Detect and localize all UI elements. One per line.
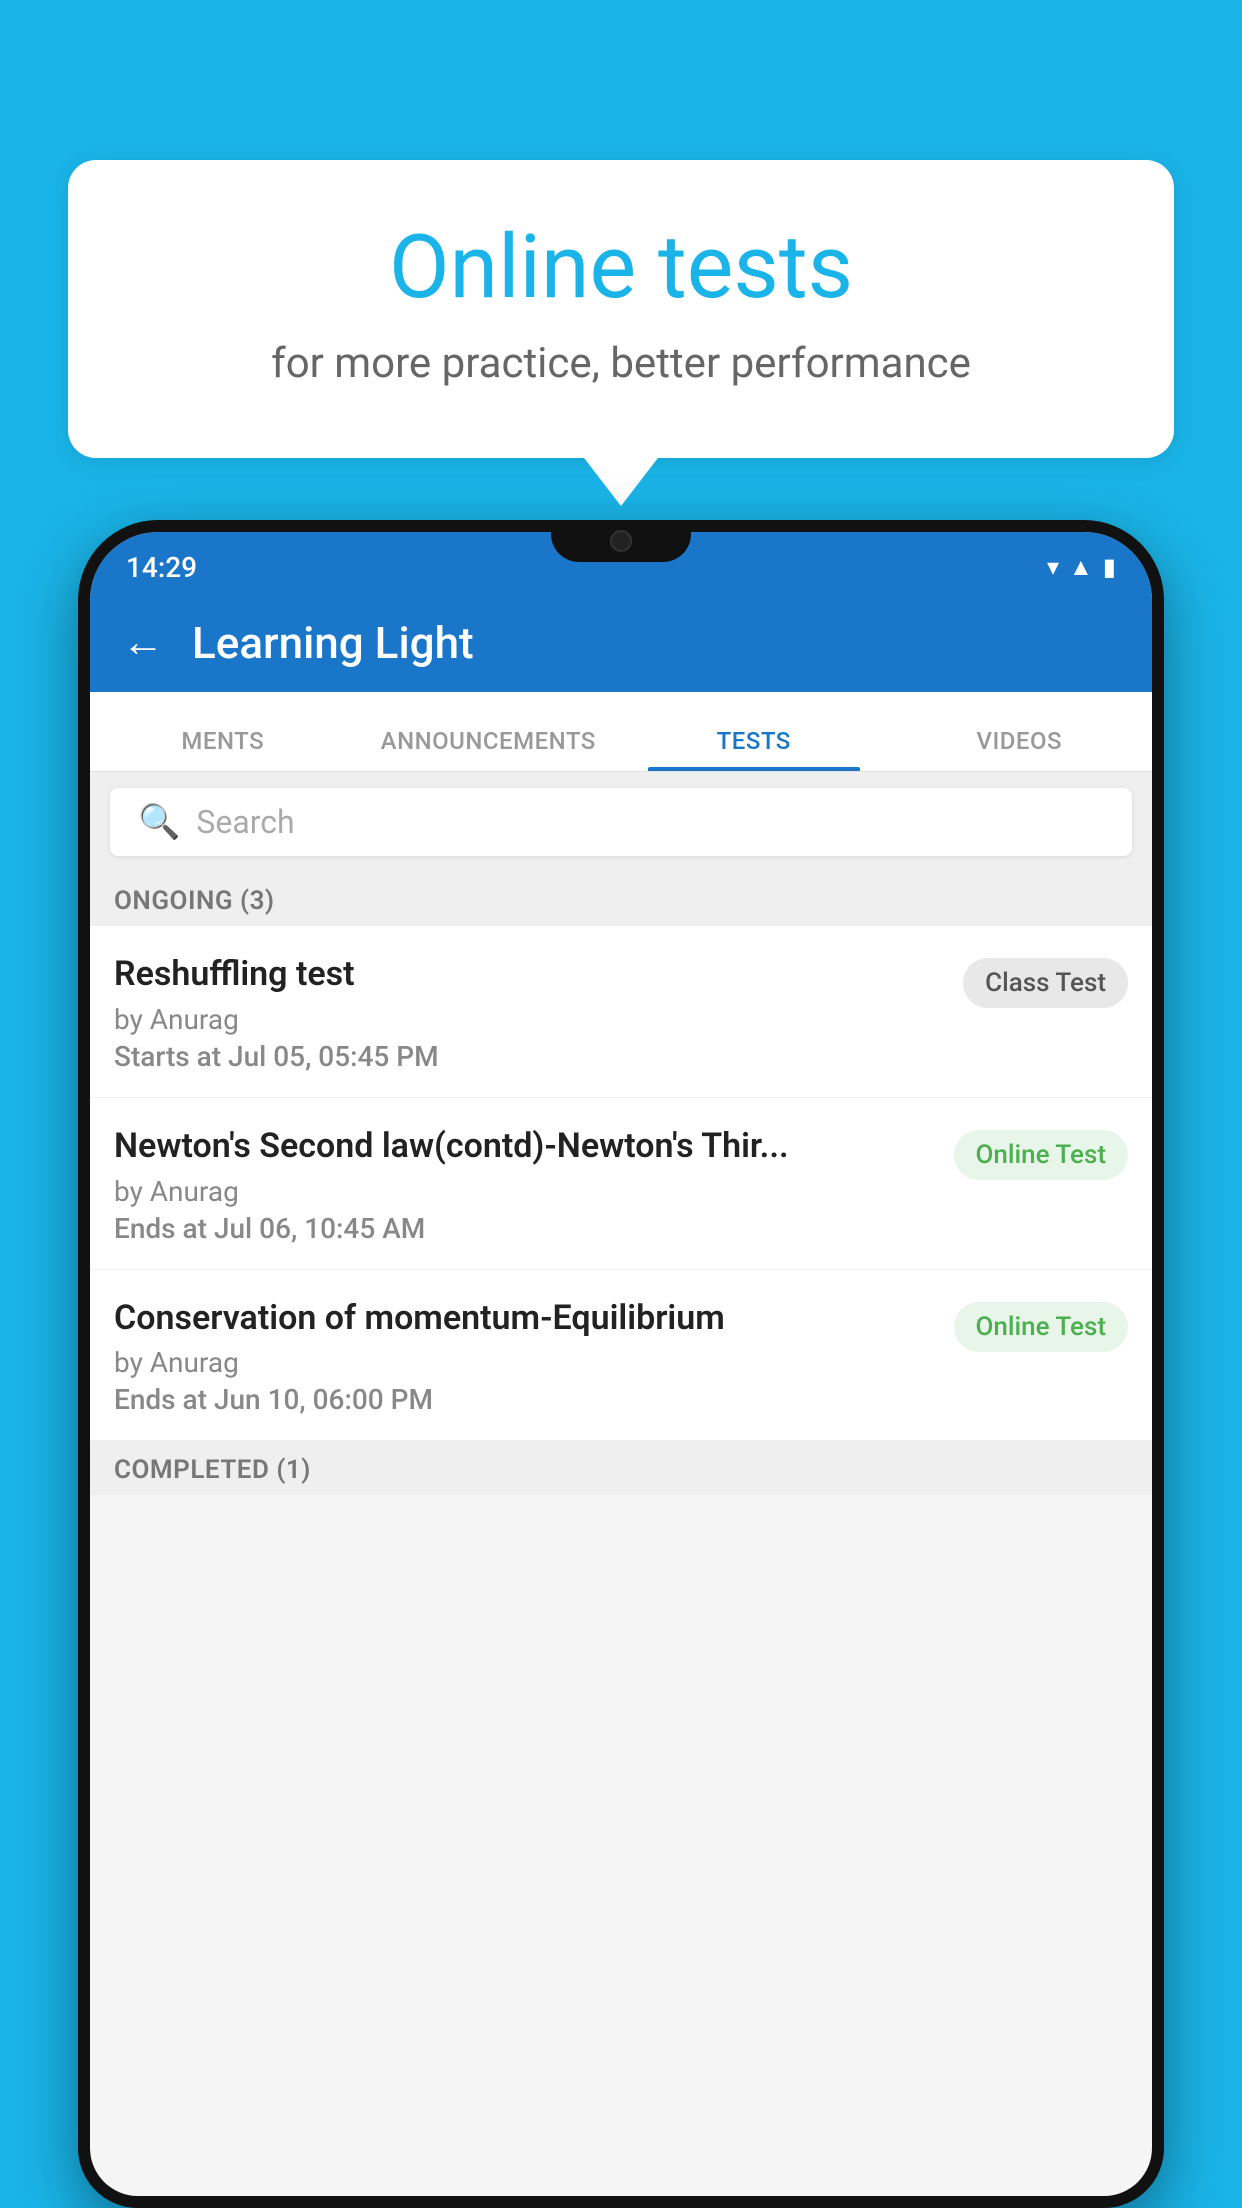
test-time-label: Starts at [114,1040,221,1073]
bubble-title: Online tests [118,220,1124,317]
search-container: 🔍 Search [90,772,1152,872]
test-author: by Anurag [114,1346,938,1379]
phone-camera [610,530,632,552]
phone-screen: 14:29 ▾ ▲ ▮ ← Learning Light MENTS ANNOU… [90,532,1152,2196]
test-item[interactable]: Conservation of momentum-Equilibrium by … [90,1270,1152,1442]
search-bar[interactable]: 🔍 Search [110,788,1132,856]
phone-frame: 14:29 ▾ ▲ ▮ ← Learning Light MENTS ANNOU… [78,520,1164,2208]
test-badge: Class Test [963,958,1128,1008]
test-name: Conservation of momentum-Equilibrium [114,1298,938,1339]
test-author: by Anurag [114,1175,938,1208]
tab-ments[interactable]: MENTS [90,727,356,771]
test-time-value: Jul 05, 05:45 PM [228,1040,439,1073]
status-icons: ▾ ▲ ▮ [1047,553,1116,582]
app-bar: ← Learning Light [90,594,1152,692]
completed-section-header: COMPLETED (1) [90,1441,1152,1495]
test-info: Newton's Second law(contd)-Newton's Thir… [114,1126,954,1245]
tabs-container: MENTS ANNOUNCEMENTS TESTS VIDEOS [90,692,1152,772]
wifi-icon: ▾ [1047,553,1059,581]
tab-videos[interactable]: VIDEOS [887,727,1153,771]
app-bar-title: Learning Light [192,617,474,669]
test-list: Reshuffling test by Anurag Starts at Jul… [90,926,1152,1441]
test-time-label: Ends at [114,1212,207,1245]
speech-bubble: Online tests for more practice, better p… [68,160,1174,458]
test-time-value: Jun 10, 06:00 PM [214,1383,433,1416]
phone-notch [551,520,691,562]
search-placeholder: Search [196,803,294,841]
tab-announcements[interactable]: ANNOUNCEMENTS [356,727,622,771]
tab-tests[interactable]: TESTS [621,727,887,771]
test-author: by Anurag [114,1003,947,1036]
search-icon: 🔍 [138,802,180,842]
test-info: Reshuffling test by Anurag Starts at Jul… [114,954,963,1073]
test-time-value: Jul 06, 10:45 AM [214,1212,425,1245]
test-name: Reshuffling test [114,954,947,995]
test-badge: Online Test [954,1130,1129,1180]
ongoing-section-header: ONGOING (3) [90,872,1152,926]
test-info: Conservation of momentum-Equilibrium by … [114,1298,954,1417]
test-item[interactable]: Newton's Second law(contd)-Newton's Thir… [90,1098,1152,1270]
test-time-label: Ends at [114,1383,207,1416]
test-item[interactable]: Reshuffling test by Anurag Starts at Jul… [90,926,1152,1098]
test-time: Ends at Jul 06, 10:45 AM [114,1212,938,1245]
test-name: Newton's Second law(contd)-Newton's Thir… [114,1126,938,1167]
test-time: Starts at Jul 05, 05:45 PM [114,1040,947,1073]
test-badge: Online Test [954,1302,1129,1352]
back-button[interactable]: ← [122,622,164,664]
battery-icon: ▮ [1103,553,1116,581]
status-time: 14:29 [126,551,197,584]
signal-icon: ▲ [1069,553,1093,582]
bubble-subtitle: for more practice, better performance [118,339,1124,388]
test-time: Ends at Jun 10, 06:00 PM [114,1383,938,1416]
